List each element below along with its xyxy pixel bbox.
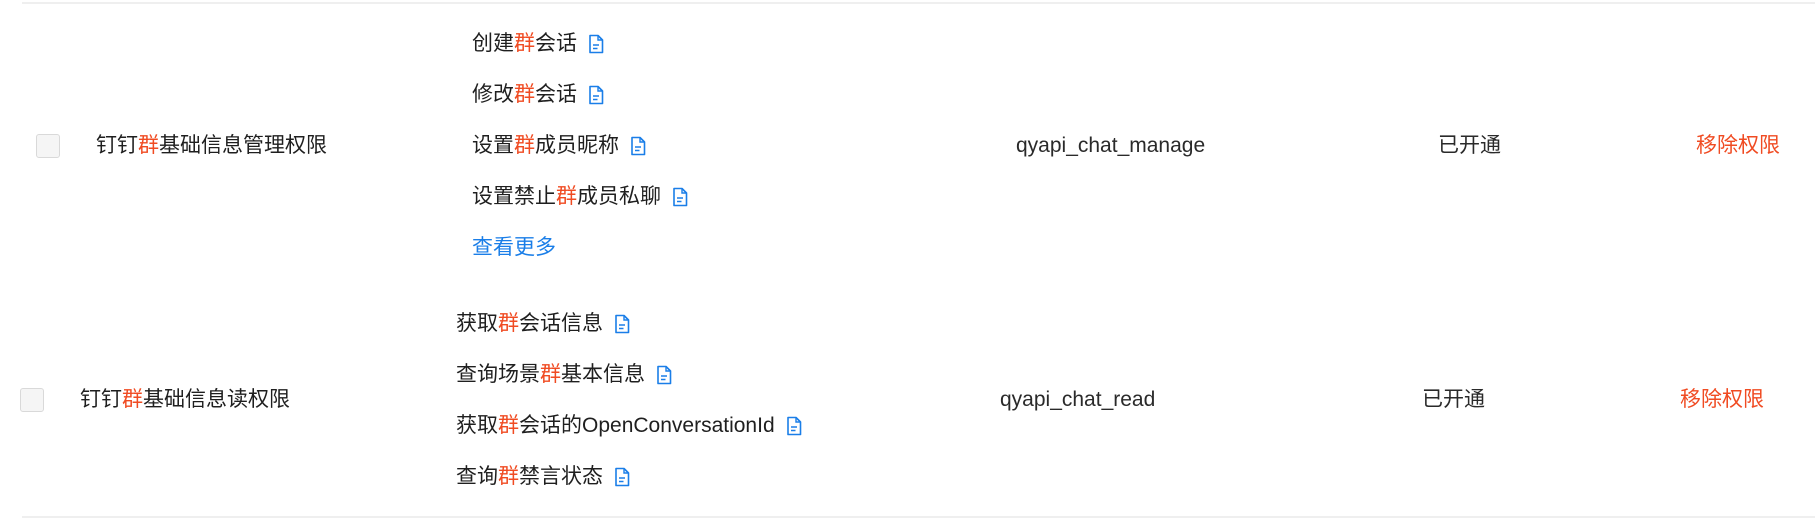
api-text-post: 基本信息 <box>561 363 645 386</box>
permission-name-prefix: 钉钉 <box>96 134 138 157</box>
api-text-highlight: 群 <box>514 134 535 157</box>
api-text-highlight: 群 <box>498 312 519 335</box>
permission-scope: qyapi_chat_read <box>1000 388 1156 411</box>
api-text-post: 会话 <box>535 83 577 106</box>
api-text-highlight: 群 <box>514 83 535 106</box>
permission-name-suffix: 基础信息管理权限 <box>159 134 327 157</box>
table-row: 钉钉群基础信息读权限 获取群会话信息 查询场景群基本信息 获取群会话的OpenC… <box>0 280 1815 516</box>
permission-name-suffix: 基础信息读权限 <box>143 388 290 411</box>
api-text-pre: 设置禁止 <box>472 185 556 208</box>
row-checkbox[interactable] <box>20 388 44 412</box>
doc-icon[interactable] <box>656 365 672 385</box>
table-divider-bottom <box>22 516 1815 518</box>
table-row: 钉钉群基础信息管理权限 创建群会话 修改群会话 设置群成员昵称 设置禁止群成员私… <box>0 0 1815 280</box>
permission-name-highlight: 群 <box>138 134 159 157</box>
api-item: 创建群会话 <box>472 30 604 58</box>
api-text-pre: 获取 <box>456 414 498 437</box>
status-badge: 已开通 <box>1438 134 1501 157</box>
doc-icon[interactable] <box>588 85 604 105</box>
api-item: 修改群会话 <box>472 81 604 109</box>
api-text-highlight: 群 <box>498 414 519 437</box>
doc-icon[interactable] <box>672 187 688 207</box>
permission-name-prefix: 钉钉 <box>80 388 122 411</box>
permission-name: 钉钉群基础信息管理权限 <box>96 132 327 160</box>
doc-icon[interactable] <box>786 416 802 436</box>
api-text-post: 禁言状态 <box>519 465 603 488</box>
status-badge: 已开通 <box>1422 388 1485 411</box>
api-text-pre: 获取 <box>456 312 498 335</box>
api-item: 查询场景群基本信息 <box>456 361 672 389</box>
api-text-pre: 查询场景 <box>456 363 540 386</box>
doc-icon[interactable] <box>630 136 646 156</box>
remove-permission-button[interactable]: 移除权限 <box>1696 132 1780 160</box>
api-text-highlight: 群 <box>540 363 561 386</box>
api-text-highlight: 群 <box>498 465 519 488</box>
api-text-pre: 设置 <box>472 134 514 157</box>
api-text-post: 会话 <box>535 32 577 55</box>
permission-scope: qyapi_chat_manage <box>1016 134 1206 157</box>
row-checkbox[interactable] <box>36 134 60 158</box>
permission-name: 钉钉群基础信息读权限 <box>80 386 290 414</box>
api-text-post: 成员私聊 <box>577 185 661 208</box>
api-list: 获取群会话信息 查询场景群基本信息 获取群会话的OpenConversation… <box>456 310 876 500</box>
api-text-post: 会话的OpenConversationId <box>519 414 775 437</box>
api-item: 设置禁止群成员私聊 <box>472 183 688 211</box>
api-text-post: 会话信息 <box>519 312 603 335</box>
api-item: 获取群会话信息 <box>456 310 630 338</box>
api-text-post: 成员昵称 <box>535 134 619 157</box>
api-item: 设置群成员昵称 <box>472 132 646 160</box>
api-text-pre: 查询 <box>456 465 498 488</box>
doc-icon[interactable] <box>614 314 630 334</box>
api-item: 查询群禁言状态 <box>456 463 630 491</box>
api-text-highlight: 群 <box>514 32 535 55</box>
doc-icon[interactable] <box>614 467 630 487</box>
api-item: 获取群会话的OpenConversationId <box>456 412 802 440</box>
api-text-highlight: 群 <box>556 185 577 208</box>
doc-icon[interactable] <box>588 34 604 54</box>
permission-name-highlight: 群 <box>122 388 143 411</box>
api-text-pre: 创建 <box>472 32 514 55</box>
view-more-link[interactable]: 查看更多 <box>472 234 556 262</box>
remove-permission-button[interactable]: 移除权限 <box>1680 386 1764 414</box>
api-list: 创建群会话 修改群会话 设置群成员昵称 设置禁止群成员私聊 查看更多 <box>472 30 872 260</box>
api-text-pre: 修改 <box>472 83 514 106</box>
